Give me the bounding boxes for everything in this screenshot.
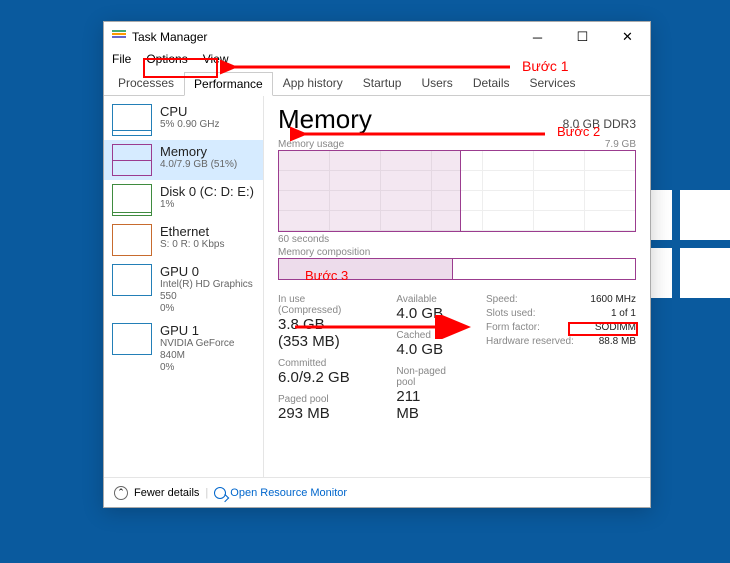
chevron-up-icon: ⌃ xyxy=(114,486,128,500)
mini-graph-memory xyxy=(112,144,152,176)
speed-key: Speed: xyxy=(486,294,518,305)
menu-file[interactable]: File xyxy=(112,52,131,72)
sidebar-item-ethernet[interactable]: EthernetS: 0 R: 0 Kbps xyxy=(104,220,263,260)
close-button[interactable]: ✕ xyxy=(605,22,650,52)
tab-startup[interactable]: Startup xyxy=(353,71,412,95)
open-resource-monitor-link[interactable]: Open Resource Monitor xyxy=(214,487,347,499)
fewer-details-link[interactable]: Fewer details xyxy=(134,487,199,499)
mini-graph-gpu1 xyxy=(112,323,152,355)
slots-value: 1 of 1 xyxy=(611,308,636,319)
mini-graph-ethernet xyxy=(112,224,152,256)
pane-title: Memory xyxy=(278,104,372,135)
sidebar: CPU5% 0.90 GHz Memory4.0/7.9 GB (51%) Di… xyxy=(104,96,264,477)
cached-label: Cached xyxy=(396,330,446,341)
paged-label: Paged pool xyxy=(278,394,356,405)
committed-label: Committed xyxy=(278,358,356,369)
form-key: Form factor: xyxy=(486,322,540,333)
memory-pane: Memory 8.0 GB DDR3 Memory usage 7.9 GB 60… xyxy=(264,96,650,477)
inuse-value: 3.8 GB (353 MB) xyxy=(278,316,356,350)
tab-users[interactable]: Users xyxy=(411,71,462,95)
monitor-icon xyxy=(214,487,226,499)
slots-key: Slots used: xyxy=(486,308,535,319)
usage-max: 7.9 GB xyxy=(605,139,636,150)
tab-performance[interactable]: Performance xyxy=(184,72,273,96)
titlebar: Task Manager ─ ☐ ✕ xyxy=(104,22,650,52)
menu-options[interactable]: Options xyxy=(146,52,187,72)
inuse-label: In use (Compressed) xyxy=(278,294,356,316)
usage-label: Memory usage xyxy=(278,139,344,150)
tab-app-history[interactable]: App history xyxy=(273,71,353,95)
nonpaged-value: 211 MB xyxy=(396,388,446,422)
form-value: SODIMM xyxy=(595,322,636,333)
sidebar-item-gpu0[interactable]: GPU 0Intel(R) HD Graphics 5500% xyxy=(104,260,263,319)
memory-composition-graph xyxy=(278,258,636,280)
available-label: Available xyxy=(396,294,446,305)
nonpaged-label: Non-paged pool xyxy=(396,366,446,388)
window-title: Task Manager xyxy=(132,30,207,44)
hw-key: Hardware reserved: xyxy=(486,336,574,347)
mini-graph-disk xyxy=(112,184,152,216)
tab-services[interactable]: Services xyxy=(520,71,586,95)
committed-value: 6.0/9.2 GB xyxy=(278,369,356,386)
sidebar-item-memory[interactable]: Memory4.0/7.9 GB (51%) xyxy=(104,140,263,180)
cached-value: 4.0 GB xyxy=(396,341,446,358)
memory-total: 8.0 GB DDR3 xyxy=(563,117,636,131)
sidebar-item-disk[interactable]: Disk 0 (C: D: E:)1% xyxy=(104,180,263,220)
task-manager-window: Task Manager ─ ☐ ✕ File Options View Pro… xyxy=(103,21,651,508)
menu-view[interactable]: View xyxy=(203,52,229,72)
hw-value: 88.8 MB xyxy=(599,336,636,347)
app-icon xyxy=(112,30,126,44)
tab-details[interactable]: Details xyxy=(463,71,520,95)
speed-value: 1600 MHz xyxy=(590,294,636,305)
comp-label: Memory composition xyxy=(278,247,370,258)
mini-graph-cpu xyxy=(112,104,152,136)
sidebar-item-cpu[interactable]: CPU5% 0.90 GHz xyxy=(104,100,263,140)
menubar: File Options View xyxy=(104,52,650,72)
footer: ⌃ Fewer details | Open Resource Monitor xyxy=(104,477,650,507)
tabs: Processes Performance App history Startu… xyxy=(104,72,650,96)
available-value: 4.0 GB xyxy=(396,305,446,322)
tab-processes[interactable]: Processes xyxy=(108,71,184,95)
mini-graph-gpu0 xyxy=(112,264,152,296)
maximize-button[interactable]: ☐ xyxy=(560,22,605,52)
paged-value: 293 MB xyxy=(278,405,356,422)
time-label: 60 seconds xyxy=(278,234,636,245)
sidebar-item-gpu1[interactable]: GPU 1NVIDIA GeForce 840M0% xyxy=(104,319,263,378)
memory-usage-graph xyxy=(278,150,636,232)
minimize-button[interactable]: ─ xyxy=(515,22,560,52)
